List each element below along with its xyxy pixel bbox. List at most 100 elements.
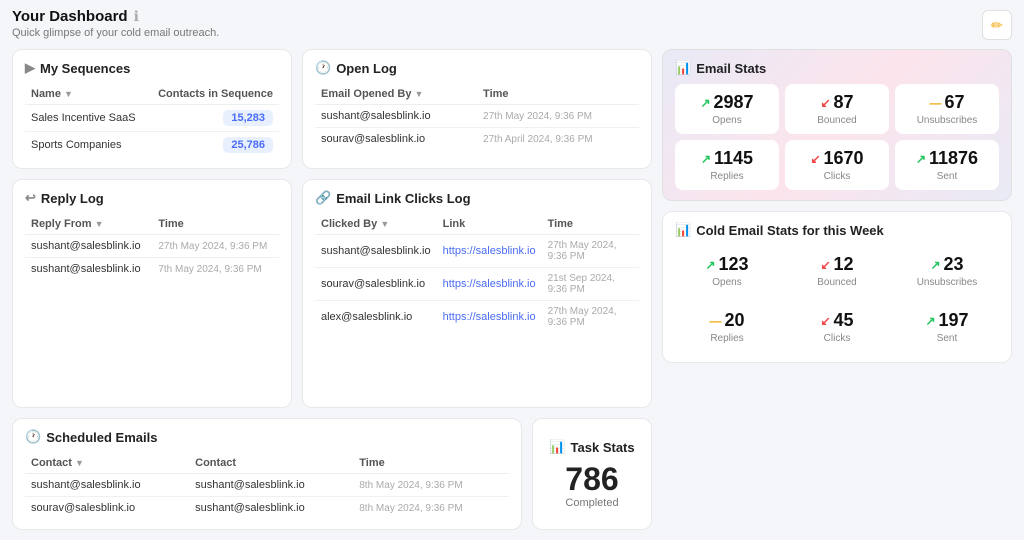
stat-label: Sent [905,171,989,182]
stat-label: Opens [685,115,769,126]
stat-label: Unsubscribes [905,277,989,288]
table-row: sushant@salesblink.io7th May 2024, 9:36 … [25,258,279,281]
trend-icon: ↗ [705,258,715,272]
stat-cell: ↗ 2987 Opens [675,84,779,134]
col-sched-contact2: Contact [189,453,353,474]
col-name[interactable]: Name ▼ [25,84,147,105]
col-sched-contact1[interactable]: Contact ▼ [25,453,189,474]
stat-cell: ↗ 123 Opens [675,246,779,296]
col-contacts: Contacts in Sequence [147,84,279,105]
page-title: Your Dashboard [12,8,128,25]
stat-cell: ↙ 45 Clicks [785,302,889,352]
stat-label: Clicks [795,333,879,344]
col-time: Time [477,84,639,105]
stat-cell: ↗ 23 Unsubscribes [895,246,999,296]
trend-icon: ↗ [925,314,935,328]
trend-icon: ↙ [820,314,830,328]
table-row: sushant@salesblink.io27th May 2024, 9:36… [25,235,279,258]
stat-num: — 20 [685,310,769,331]
clock-icon: 🕐 [315,60,331,76]
sequences-table: Name ▼ Contacts in Sequence Sales Incent… [25,84,279,158]
sequences-title: ▶ My Sequences [25,60,279,76]
trend-icon: ↗ [701,152,711,166]
clicks-log-title: 🔗 Email Link Clicks Log [315,190,639,206]
task-stats-card: 📊 Task Stats 786 Completed [532,418,652,530]
page-header: Your Dashboard ℹ [12,8,1012,25]
col-clicks-time: Time [542,214,639,235]
email-stats-title: 📊 Email Stats [675,60,999,76]
stat-cell: ↙ 1670 Clicks [785,140,889,190]
stat-cell: ↙ 87 Bounced [785,84,889,134]
trend-icon: — [929,96,941,110]
stat-cell: ↗ 197 Sent [895,302,999,352]
reply-log-table: Reply From ▼ Time sushant@salesblink.io2… [25,214,279,280]
reply-log-card: ↩ Reply Log Reply From ▼ Time [12,179,292,408]
info-icon[interactable]: ℹ [134,8,139,25]
table-row: sushant@salesblink.iohttps://salesblink.… [315,235,639,268]
trend-icon: ↗ [700,96,710,110]
stat-label: Clicks [795,171,879,182]
stat-label: Replies [685,171,769,182]
scheduled-clock-icon: 🕐 [25,429,41,445]
task-completed-num: 786 [565,463,618,495]
stat-cell: ↗ 11876 Sent [895,140,999,190]
table-row: Sales Incentive SaaS15,283 [25,105,279,132]
task-stats-icon: 📊 [549,439,565,455]
stat-num: ↗ 23 [905,254,989,275]
col-reply-time: Time [152,214,279,235]
col-sched-time: Time [353,453,509,474]
table-row: Sports Companies25,786 [25,132,279,159]
link-icon: 🔗 [315,190,331,206]
sort-icon: ▼ [380,219,389,229]
page-subtitle: Quick glimpse of your cold email outreac… [12,27,1012,39]
table-row: sushant@salesblink.iosushant@salesblink.… [25,474,509,497]
col-reply-from[interactable]: Reply From ▼ [25,214,152,235]
scheduled-title: 🕐 Scheduled Emails [25,429,509,445]
table-row: sushant@salesblink.io27th May 2024, 9:36… [315,105,639,128]
stat-num: ↙ 12 [795,254,879,275]
table-row: sourav@salesblink.iohttps://salesblink.i… [315,268,639,301]
stat-label: Replies [685,333,769,344]
cold-stats-card: 📊 Cold Email Stats for this Week ↗ 123 O… [662,211,1012,363]
stat-num: — 67 [905,92,989,113]
stat-label: Sent [905,333,989,344]
cold-stats-title: 📊 Cold Email Stats for this Week [675,222,999,238]
email-stats-icon: 📊 [675,60,691,76]
cold-stats-grid: ↗ 123 Opens ↙ 12 Bounced ↗ 23 Unsubscrib… [675,246,999,352]
sort-icon: ▼ [95,219,104,229]
stat-num: ↗ 11876 [905,148,989,169]
edit-button[interactable]: ✏ [982,10,1012,40]
stat-num: ↗ 197 [905,310,989,331]
scheduled-table: Contact ▼ Contact Time sushant@salesblin… [25,453,509,519]
sort-icon: ▼ [64,89,73,99]
stat-num: ↙ 45 [795,310,879,331]
reply-icon: ↩ [25,190,36,206]
stat-num: ↙ 87 [795,92,879,113]
trend-icon: ↙ [820,96,830,110]
clicks-log-table: Clicked By ▼ Link Time sushant@salesblin… [315,214,639,333]
col-clicked-by[interactable]: Clicked By ▼ [315,214,437,235]
contacts-badge: 25,786 [223,137,273,153]
email-stats-grid: ↗ 2987 Opens ↙ 87 Bounced — 67 Unsubscri… [675,84,999,190]
reply-log-title: ↩ Reply Log [25,190,279,206]
openlog-title: 🕐 Open Log [315,60,639,76]
col-email-opened[interactable]: Email Opened By ▼ [315,84,477,105]
task-completed-label: Completed [565,497,618,509]
trend-icon: ↗ [916,152,926,166]
contacts-badge: 15,283 [223,110,273,126]
edit-icon: ✏ [991,17,1003,34]
table-row: alex@salesblink.iohttps://salesblink.io2… [315,301,639,334]
sort-icon: ▼ [415,89,424,99]
stat-num: ↗ 1145 [685,148,769,169]
stat-cell: — 67 Unsubscribes [895,84,999,134]
stat-cell: ↙ 12 Bounced [785,246,889,296]
table-row: sourav@salesblink.io27th April 2024, 9:3… [315,128,639,151]
trend-icon: — [709,314,721,328]
sequences-icon: ▶ [25,60,35,76]
openlog-card: 🕐 Open Log Email Opened By ▼ Time [302,49,652,169]
stat-num: ↗ 2987 [685,92,769,113]
stat-num: ↗ 123 [685,254,769,275]
task-stats-title: 📊 Task Stats [549,439,634,455]
stat-cell: — 20 Replies [675,302,779,352]
stat-label: Bounced [795,115,879,126]
